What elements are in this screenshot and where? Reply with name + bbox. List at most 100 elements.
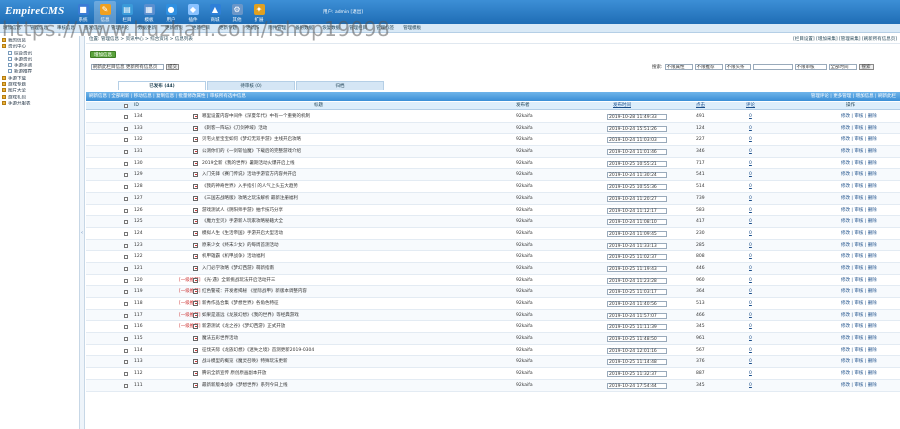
col-id[interactable]: ID [134,102,139,110]
row-ops[interactable]: 修改 | 审核 | 删除 [841,310,877,322]
row-checkbox[interactable] [124,150,128,155]
edit-doc-icon[interactable] [193,219,198,225]
quick-link[interactable]: 更新栏目 [192,25,210,31]
row-comments-link[interactable]: 0 [749,380,752,392]
edit-doc-icon[interactable] [193,195,198,201]
row-ops[interactable]: 修改 | 审核 | 删除 [841,368,877,380]
edit-doc-icon[interactable] [193,184,198,190]
quick-link[interactable]: 数据更新 [138,25,156,31]
row-time-input[interactable]: 2019-10-24 11:08:10 [607,219,667,226]
row-title[interactable]: 红色警戒：开发者揭秘 《星际战甲》新版本调整内容 [202,286,512,298]
row-ops[interactable]: 修改 | 审核 | 删除 [841,205,877,217]
row-ops[interactable]: 修改 | 审核 | 删除 [841,181,877,193]
row-title[interactable]: 新游测试《龙之谷》《梦幻西游》正式开放 [202,321,512,333]
row-title[interactable]: 2019全新《我的世界》暑期活动火爆开启上线 [202,158,512,170]
quick-link[interactable]: 签发信息 [84,25,102,31]
edit-doc-icon[interactable] [193,312,198,318]
edit-doc-icon[interactable] [193,125,198,131]
top-links[interactable]: [栏目设置] [增加采集] [管理采集] [刷新所有信息页] [793,36,897,44]
row-checkbox[interactable] [124,231,128,236]
row-time-input[interactable]: 2019-10-24 11:09:45 [607,230,667,237]
tab-2[interactable]: 归档 [296,81,384,90]
quick-link[interactable]: 管理标签 [376,25,394,31]
edit-doc-icon[interactable] [193,207,198,213]
row-ops[interactable]: 修改 | 审核 | 删除 [841,134,877,146]
row-checkbox[interactable] [124,348,128,353]
user-info[interactable]: 用户: admin [退出] [323,9,363,15]
row-title[interactable]: 哪里设置内容中间件《深夏年代》中有一个重要的机制 [202,111,512,123]
nav-item-5[interactable]: ◆ 插件 [182,1,204,24]
nav-item-4[interactable]: ● 用户 [160,1,182,24]
row-comments-link[interactable]: 0 [749,368,752,380]
row-title[interactable]: 如果是遥远《龙族幻想》《我的世界》等经典游戏 [202,310,512,322]
row-title[interactable]: 魔法五彩世界活动 [202,333,512,345]
row-comments-link[interactable]: 0 [749,263,752,275]
nav-item-1[interactable]: ✎ 信息 [94,1,116,24]
edit-doc-icon[interactable] [193,289,198,295]
row-checkbox[interactable] [124,161,128,166]
row-checkbox[interactable] [124,325,128,330]
col-time[interactable]: 发布时间 [613,102,631,110]
row-time-input[interactable]: 2019-10-25 11:02:37 [607,254,667,261]
quick-link[interactable]: 管理评论 [111,25,129,31]
review-select[interactable]: 不限审核 [794,64,827,70]
row-title[interactable]: 《我的神奇世界》入手指引 的人气上头五大趋势 [202,181,512,193]
row-time-input[interactable]: 2019-10-24 11:30:24 [607,172,667,179]
row-title[interactable]: 征伐天际《龙族幻想》《迷失之境》首测更新2019-0304 [202,345,512,357]
edit-doc-icon[interactable] [193,324,198,330]
row-ops[interactable]: 修改 | 审核 | 删除 [841,216,877,228]
recommend-select[interactable]: 不限推荐 [694,64,723,70]
row-time-input[interactable]: 2019-10-24 11:01:46 [607,149,667,156]
row-checkbox[interactable] [124,278,128,283]
quick-link[interactable]: 审核信息 [57,25,75,31]
row-comments-link[interactable]: 0 [749,169,752,181]
row-title[interactable]: 游戏测试人《阴阳师手游》抽卡技巧分享 [202,205,512,217]
edit-doc-icon[interactable] [193,347,198,353]
row-comments-link[interactable]: 0 [749,356,752,368]
col-hits[interactable]: 点击 [696,102,705,110]
tab-0[interactable]: 已发布 (44) [118,81,206,90]
row-title[interactable]: 原来少女《终末少女》的每周首测活动 [202,240,512,252]
row-title[interactable]: 最新新版本战争《梦想世界》系列今日上线 [202,380,512,392]
keyword-input[interactable] [752,64,793,70]
nav-item-7[interactable]: ⚙ 其他 [226,1,248,24]
quick-link[interactable]: 管理模板 [403,25,421,31]
row-comments-link[interactable]: 0 [749,310,752,322]
row-time-input[interactable]: 2019-10-24 15:51:26 [607,125,667,132]
quick-link[interactable]: 更新JS [246,25,259,31]
row-title[interactable]: 腾讯全新宣传 原创原画副本开放 [202,368,512,380]
row-ops[interactable]: 修改 | 审核 | 删除 [841,380,877,392]
edit-doc-icon[interactable] [193,114,198,119]
row-checkbox[interactable] [124,126,128,131]
row-title[interactable]: 入门必学攻略《梦幻西游》萌新指南 [202,263,512,275]
select-all-checkbox[interactable] [124,104,128,108]
edit-doc-icon[interactable] [193,277,198,283]
time-select[interactable]: 全部时间 [828,64,857,70]
edit-doc-icon[interactable] [193,254,198,260]
tab-1[interactable]: 待审核 (0) [207,81,295,90]
row-comments-link[interactable]: 0 [749,275,752,287]
row-comments-link[interactable]: 0 [749,333,752,345]
row-comments-link[interactable]: 0 [749,240,752,252]
row-time-input[interactable]: 2019-10-24 11:12:17 [607,207,667,214]
quick-link[interactable]: 恢复数据 [322,25,340,31]
row-ops[interactable]: 修改 | 审核 | 删除 [841,193,877,205]
row-ops[interactable]: 修改 | 审核 | 删除 [841,275,877,287]
row-ops[interactable]: 修改 | 审核 | 删除 [841,345,877,357]
row-time-input[interactable]: 2019-10-24 11:23:28 [607,277,667,284]
row-comments-link[interactable]: 0 [749,251,752,263]
row-time-input[interactable]: 2019-10-24 11:03:03 [607,137,667,144]
row-time-input[interactable]: 2019-10-24 17:54:44 [607,382,667,389]
col-comments[interactable]: 评论 [746,102,755,110]
edit-doc-icon[interactable] [193,265,198,271]
row-title[interactable]: 新秀作品合集《梦想世界》各角色特征 [202,298,512,310]
row-ops[interactable]: 修改 | 审核 | 删除 [841,333,877,345]
row-checkbox[interactable] [124,302,128,306]
row-checkbox[interactable] [124,372,128,377]
row-comments-link[interactable]: 0 [749,158,752,170]
batch-actions[interactable]: 刷新信息 | 全部刷新 | 移动信息 | 复制信息 | 批量修改属性 | 审核所… [89,94,246,99]
row-title[interactable]: 入门先锋《赛门传说》活动手游官方内容共开启 [202,169,512,181]
edit-doc-icon[interactable] [193,242,198,248]
row-ops[interactable]: 修改 | 审核 | 删除 [841,251,877,263]
row-ops[interactable]: 修改 | 审核 | 删除 [841,228,877,240]
